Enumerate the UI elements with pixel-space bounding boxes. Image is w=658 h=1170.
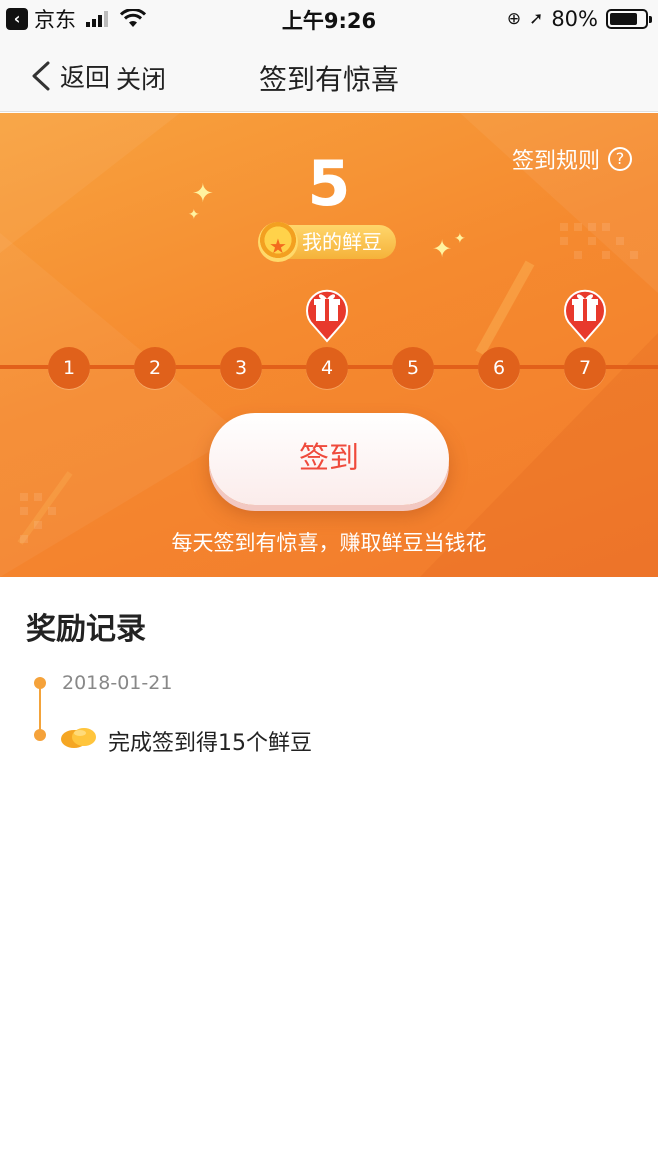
bean-count: 5 bbox=[307, 147, 351, 220]
day-6: 6 bbox=[478, 347, 520, 389]
status-right: ⊕ ➚ 80% bbox=[506, 6, 652, 32]
battery-icon bbox=[606, 9, 652, 29]
checkin-banner: 签到规则 ? 5 ✦ ✦ ✦ ✦ 我的鲜豆 1 2 3 4 5 6 7 签到 每… bbox=[0, 113, 658, 577]
lock-rotation-icon: ⊕ bbox=[506, 9, 522, 29]
day-1: 1 bbox=[48, 347, 90, 389]
back-icon bbox=[32, 61, 50, 91]
status-bar: ‹ 京东 上午9:26 ⊕ ➚ 80% bbox=[0, 0, 658, 38]
my-beans-button[interactable]: 我的鲜豆 bbox=[258, 222, 396, 263]
sparkle-icon: ✦ bbox=[192, 179, 214, 209]
sparkle-icon: ✦ bbox=[454, 231, 466, 247]
timeline-dot bbox=[34, 729, 46, 741]
record-date: 2018-01-21 bbox=[62, 672, 173, 694]
day-7: 7 bbox=[564, 347, 606, 389]
sparkle-icon: ✦ bbox=[188, 207, 200, 223]
beans-icon bbox=[61, 728, 96, 748]
sparkle-icon: ✦ bbox=[432, 235, 453, 263]
day-3: 3 bbox=[220, 347, 262, 389]
back-button[interactable]: 返回 bbox=[26, 58, 110, 94]
back-label: 返回 bbox=[60, 63, 111, 92]
record-text: 完成签到得15个鲜豆 bbox=[108, 731, 312, 756]
gift-icon bbox=[564, 289, 606, 343]
close-button[interactable]: 关闭 bbox=[116, 60, 166, 96]
gift-icon bbox=[306, 289, 348, 343]
nav-bar: 返回 关闭 签到有惊喜 bbox=[0, 38, 658, 112]
day-5: 5 bbox=[392, 347, 434, 389]
records-title: 奖励记录 bbox=[26, 612, 146, 647]
day-2: 2 bbox=[134, 347, 176, 389]
day-4: 4 bbox=[306, 347, 348, 389]
coin-icon bbox=[258, 222, 298, 263]
timeline-dot bbox=[34, 677, 46, 689]
tagline: 每天签到有惊喜，赚取鲜豆当钱花 bbox=[171, 531, 487, 555]
my-beans-label: 我的鲜豆 bbox=[302, 230, 382, 254]
battery-percent: 80% bbox=[551, 7, 598, 31]
checkin-button[interactable]: 签到 bbox=[209, 413, 449, 505]
location-icon: ➚ bbox=[529, 9, 544, 29]
timeline-line bbox=[39, 683, 41, 735]
